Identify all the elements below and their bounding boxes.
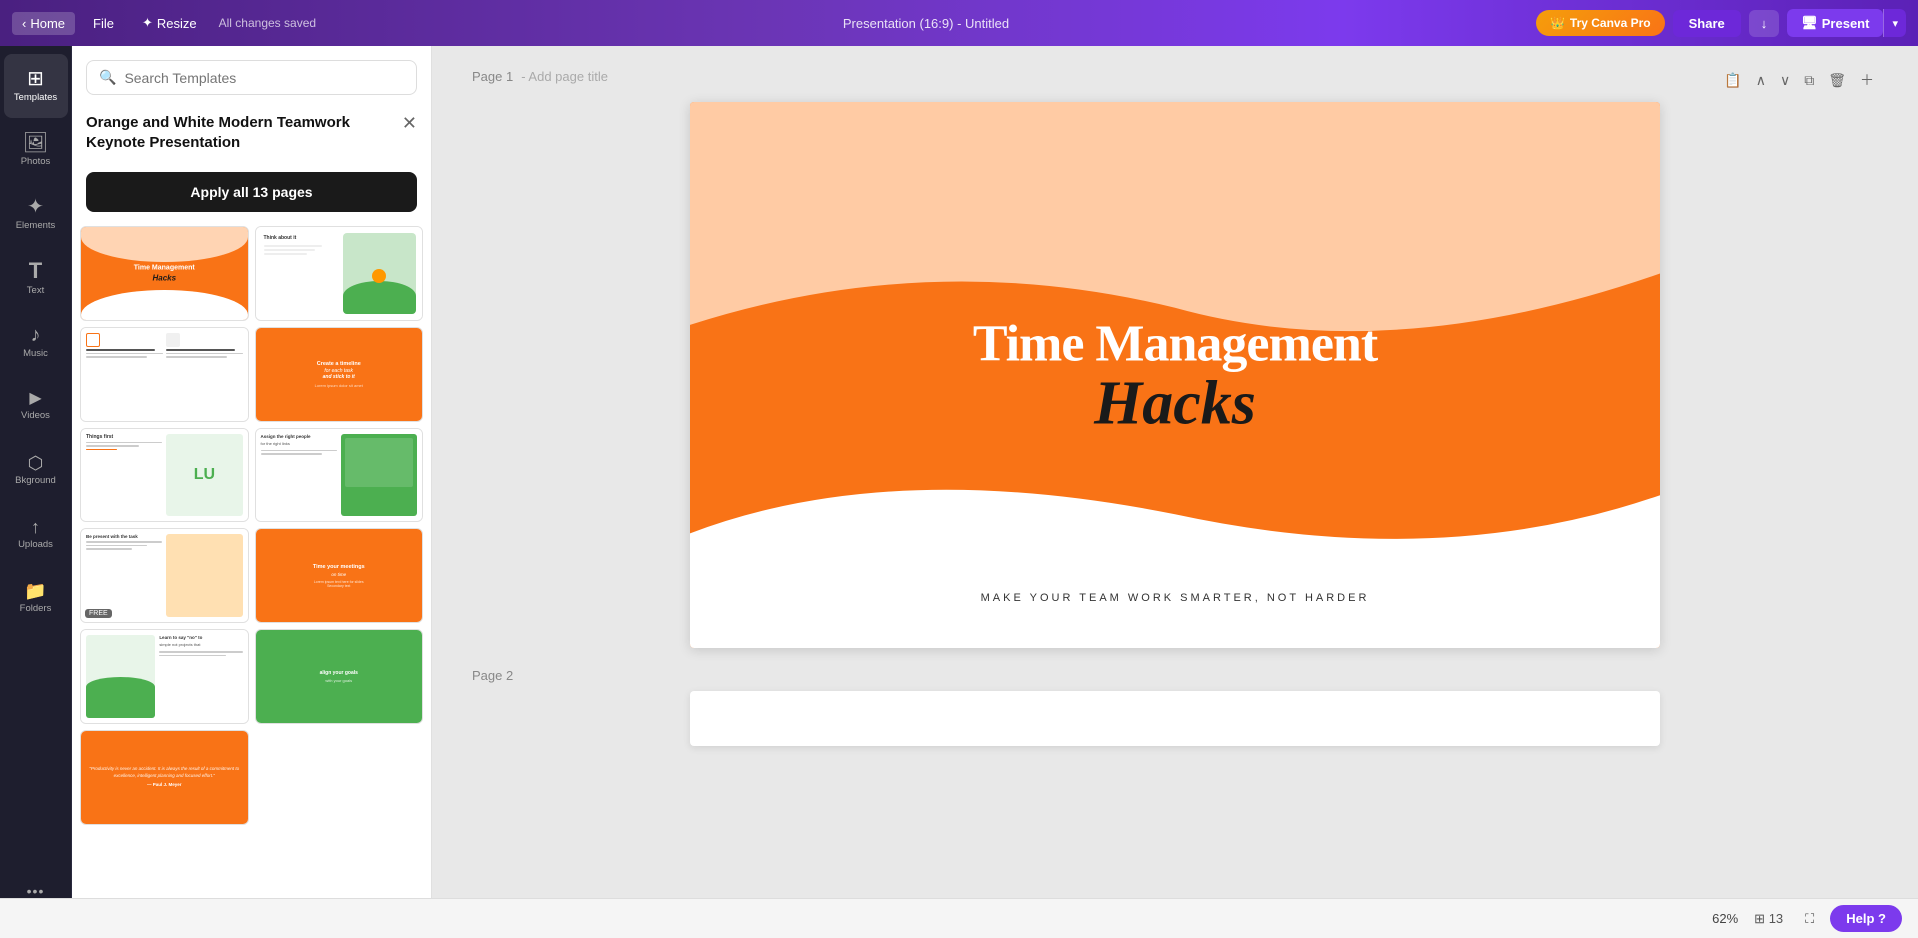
search-icon: 🔍 bbox=[99, 69, 116, 86]
search-box: 🔍 bbox=[86, 60, 417, 95]
templates-icon: ⊞ bbox=[27, 69, 44, 89]
wave-bottom-svg bbox=[690, 457, 1660, 648]
help-button[interactable]: Help ? bbox=[1830, 905, 1902, 932]
template-thumbnail-6[interactable]: Assign the right people for the right li… bbox=[255, 428, 424, 523]
share-button[interactable]: Share bbox=[1673, 10, 1741, 37]
close-template-button[interactable]: ✕ bbox=[402, 113, 417, 134]
background-icon: ⬡ bbox=[28, 454, 44, 472]
folders-icon: 📁 bbox=[24, 582, 46, 600]
slide-1-container[interactable]: Time Management Hacks MAKE YOUR TEAM WOR… bbox=[690, 102, 1660, 648]
present-dropdown-button[interactable]: ▾ bbox=[1883, 9, 1906, 37]
panel-header: 🔍 bbox=[72, 46, 431, 105]
slide-title-top: Time Management bbox=[787, 315, 1563, 372]
download-icon: ↓ bbox=[1761, 16, 1768, 31]
resize-icon: ✦ bbox=[142, 15, 153, 31]
template-thumbnail-7[interactable]: Be present with the task FREE bbox=[80, 528, 249, 623]
nav-right-actions: 👑 Try Canva Pro Share ↓ 🖥 Present ▾ bbox=[1536, 9, 1906, 37]
autosave-status: All changes saved bbox=[219, 16, 316, 30]
thumbnails-grid: Time Management Hacks Think about it bbox=[80, 226, 423, 825]
template-thumbnail-11[interactable]: "Productivity is never an accident. It i… bbox=[80, 730, 249, 825]
resize-button[interactable]: ✦ Resize bbox=[132, 11, 207, 35]
free-badge: FREE bbox=[85, 609, 112, 618]
template-thumbnail-4[interactable]: Create a timeline for each task and stic… bbox=[255, 327, 424, 422]
page-add-note-button[interactable]: 📋 bbox=[1720, 68, 1745, 93]
page2-label: Page 2 bbox=[472, 668, 1878, 683]
page-up-button[interactable]: ∧ bbox=[1752, 68, 1770, 93]
sidebar-item-elements[interactable]: ✦ Elements bbox=[4, 182, 68, 246]
uploads-icon: ↑ bbox=[31, 518, 40, 536]
thumbnails-scroll[interactable]: Time Management Hacks Think about it bbox=[72, 222, 431, 938]
page-add-button[interactable]: ＋ bbox=[1856, 66, 1878, 94]
template-thumbnail-9[interactable]: Learn to say "no" to simple not projects… bbox=[80, 629, 249, 724]
template-info-area: Orange and White Modern Teamwork Keynote… bbox=[72, 105, 431, 222]
fullscreen-button[interactable]: ⛶ bbox=[1799, 907, 1820, 931]
slide-2-container[interactable] bbox=[690, 691, 1660, 746]
grid-icon: ⊞ bbox=[1754, 911, 1765, 926]
videos-icon: ▶ bbox=[29, 391, 41, 407]
page1-controls: 📋 ∧ ∨ ⧉ 🗑 ＋ bbox=[1720, 66, 1878, 94]
present-button[interactable]: 🖥 Present bbox=[1787, 9, 1883, 37]
top-nav: ‹ Home File ✦ Resize All changes saved P… bbox=[0, 0, 1918, 46]
page-delete-button[interactable]: 🗑 bbox=[1824, 68, 1850, 93]
template-thumbnail-3[interactable] bbox=[80, 327, 249, 422]
crown-icon: 👑 bbox=[1550, 16, 1565, 30]
pages-count-button[interactable]: ⊞ 13 bbox=[1748, 907, 1789, 931]
home-button[interactable]: ‹ Home bbox=[12, 12, 75, 35]
zoom-level: 62% bbox=[1712, 911, 1738, 926]
sidebar-item-videos[interactable]: ▶ Videos bbox=[4, 374, 68, 438]
sidebar-item-templates[interactable]: ⊞ Templates bbox=[4, 54, 68, 118]
monitor-icon: 🖥 bbox=[1801, 15, 1818, 31]
sidebar-item-uploads[interactable]: ↑ Uploads bbox=[4, 502, 68, 566]
present-group: 🖥 Present ▾ bbox=[1787, 9, 1906, 37]
slide-title-script: Hacks bbox=[787, 372, 1563, 434]
page-down-button[interactable]: ∨ bbox=[1776, 68, 1794, 93]
template-title-row: Orange and White Modern Teamwork Keynote… bbox=[86, 113, 417, 162]
slide-main-content[interactable]: Time Management Hacks bbox=[787, 315, 1563, 434]
sidebar-item-folders[interactable]: 📁 Folders bbox=[4, 566, 68, 630]
templates-panel: 🔍 Orange and White Modern Teamwork Keyno… bbox=[72, 46, 432, 938]
text-icon: T bbox=[29, 260, 42, 282]
slide-subtitle: MAKE YOUR TEAM WORK SMARTER, NOT HARDER bbox=[981, 592, 1370, 604]
apply-all-pages-button[interactable]: Apply all 13 pages bbox=[86, 172, 417, 212]
page1-add-title[interactable]: - Add page title bbox=[521, 69, 608, 84]
template-thumbnail-2[interactable]: Think about it bbox=[255, 226, 424, 321]
page1-header-row: Page 1 - Add page title 📋 ∧ ∨ ⧉ 🗑 ＋ bbox=[472, 66, 1878, 94]
icon-sidebar: ⊞ Templates 🖼 Photos ✦ Elements T Text ♪… bbox=[0, 46, 72, 938]
download-button[interactable]: ↓ bbox=[1749, 10, 1780, 37]
sidebar-item-photos[interactable]: 🖼 Photos bbox=[4, 118, 68, 182]
canvas-area[interactable]: Page 1 - Add page title 📋 ∧ ∨ ⧉ 🗑 ＋ bbox=[432, 46, 1918, 938]
fullscreen-icon: ⛶ bbox=[1805, 911, 1814, 926]
try-canva-pro-button[interactable]: 👑 Try Canva Pro bbox=[1536, 10, 1665, 36]
search-input[interactable] bbox=[124, 70, 404, 86]
chevron-down-icon: ▾ bbox=[1892, 18, 1898, 30]
sidebar-item-background[interactable]: ⬡ Bkground bbox=[4, 438, 68, 502]
template-thumbnail-5[interactable]: Things first LU bbox=[80, 428, 249, 523]
photos-icon: 🖼 bbox=[23, 133, 48, 153]
sidebar-item-music[interactable]: ♪ Music bbox=[4, 310, 68, 374]
more-icon: ••• bbox=[27, 884, 45, 898]
sidebar-item-text[interactable]: T Text bbox=[4, 246, 68, 310]
document-title: Presentation (16:9) - Untitled bbox=[324, 16, 1528, 31]
music-icon: ♪ bbox=[31, 325, 41, 345]
status-bar: 62% ⊞ 13 ⛶ Help ? bbox=[0, 898, 1918, 938]
template-title: Orange and White Modern Teamwork Keynote… bbox=[86, 113, 394, 152]
back-icon: ‹ bbox=[22, 16, 26, 31]
elements-icon: ✦ bbox=[27, 197, 44, 217]
page-duplicate-button[interactable]: ⧉ bbox=[1800, 68, 1818, 93]
page1-label: Page 1 - Add page title bbox=[472, 69, 608, 84]
file-button[interactable]: File bbox=[83, 12, 124, 35]
main-layout: ⊞ Templates 🖼 Photos ✦ Elements T Text ♪… bbox=[0, 46, 1918, 938]
template-thumbnail-8[interactable]: Time your meetings on time Lorem ipsum t… bbox=[255, 528, 424, 623]
template-thumbnail-10[interactable]: align your goals with your goals bbox=[255, 629, 424, 724]
slide-1[interactable]: Time Management Hacks MAKE YOUR TEAM WOR… bbox=[690, 102, 1660, 648]
template-thumbnail-1[interactable]: Time Management Hacks bbox=[80, 226, 249, 321]
